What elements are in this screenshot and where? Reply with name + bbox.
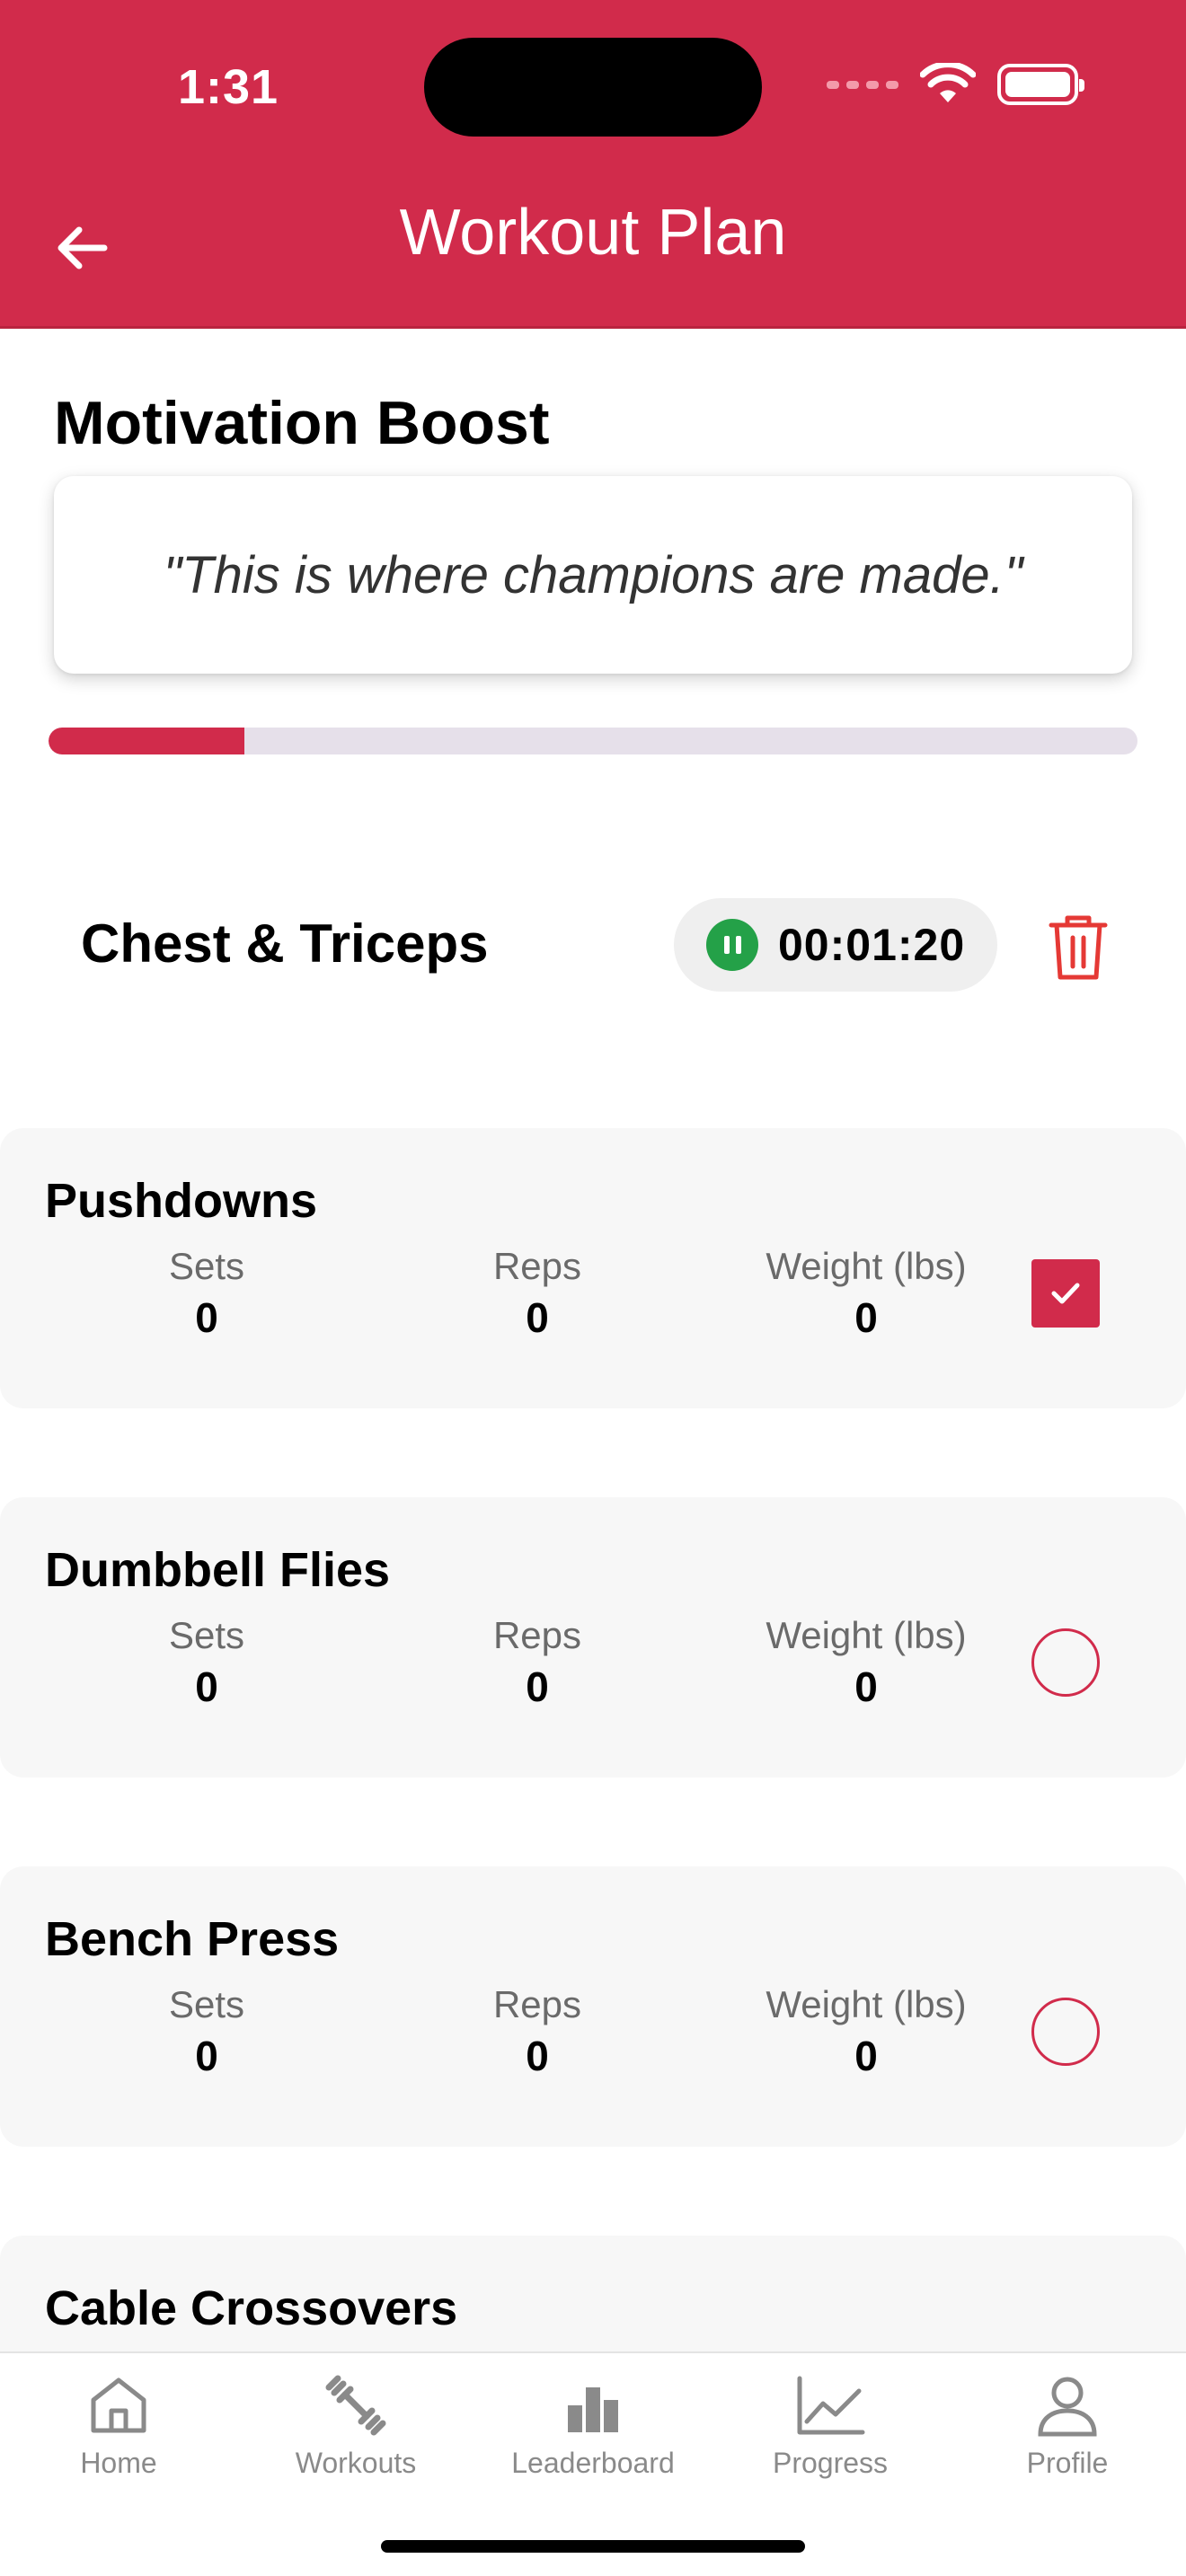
sets-stat: Sets 0 [45, 1983, 368, 2080]
battery-icon [997, 64, 1084, 105]
line-chart-icon [797, 2376, 865, 2435]
reps-label: Reps [492, 1983, 582, 2025]
reps-stat: Reps 0 [376, 1614, 699, 1711]
tab-label: Profile [1026, 2447, 1109, 2479]
home-icon [91, 2378, 146, 2433]
home-indicator [381, 2540, 805, 2553]
tab-label: Workouts [295, 2447, 417, 2479]
tab-home[interactable]: Home [0, 2373, 237, 2508]
status-icons [827, 63, 1084, 106]
progress-fill [49, 728, 245, 754]
delete-workout-button[interactable] [1046, 911, 1111, 983]
status-time: 1:31 [178, 60, 279, 114]
reps-stat: Reps 0 [376, 1983, 699, 2080]
tab-label: Leaderboard [511, 2447, 675, 2479]
profile-icon [1038, 2377, 1097, 2437]
sets-label: Sets [168, 1983, 245, 2025]
exercise-card: Dumbbell Flies Sets 0 Reps 0 Weight (lbs… [0, 1497, 1186, 1778]
sets-value: 0 [195, 1663, 218, 1710]
weight-label: Weight (lbs) [766, 1614, 967, 1656]
weight-stat: Weight (lbs) 0 [704, 1245, 1028, 1342]
workout-progress-bar [49, 728, 1137, 754]
tab-progress[interactable]: Progress [712, 2373, 949, 2508]
tab-workouts[interactable]: Workouts [237, 2373, 474, 2508]
exercise-complete-radio[interactable] [1031, 1998, 1100, 2066]
status-bar: 1:31 [0, 0, 1186, 171]
weight-stat: Weight (lbs) 0 [704, 1983, 1028, 2080]
sets-label: Sets [168, 1614, 245, 1656]
reps-value: 0 [526, 1294, 549, 1341]
exercise-card: Pushdowns Sets 0 Reps 0 Weight (lbs) 0 [0, 1128, 1186, 1408]
sets-label: Sets [168, 1245, 245, 1287]
wifi-icon [920, 63, 976, 102]
sets-stat: Sets 0 [45, 1245, 368, 1342]
dumbbell-icon [325, 2375, 386, 2436]
exercise-name: Pushdowns [45, 1174, 318, 1228]
trash-icon [1049, 915, 1108, 980]
timer-toggle-button[interactable]: 00:01:20 [674, 898, 997, 992]
tab-label: Progress [772, 2447, 889, 2479]
cellular-signal-icon [827, 80, 898, 89]
weight-value: 0 [854, 2033, 878, 2079]
exercise-card: Bench Press Sets 0 Reps 0 Weight (lbs) 0 [0, 1866, 1186, 2147]
weight-stat: Weight (lbs) 0 [704, 1614, 1028, 1711]
weight-label: Weight (lbs) [766, 1983, 967, 2025]
page-title: Workout Plan [399, 197, 787, 269]
timer-text: 00:01:20 [778, 920, 966, 970]
reps-label: Reps [492, 1245, 582, 1287]
reps-stat: Reps 0 [376, 1245, 699, 1342]
tab-leaderboard[interactable]: Leaderboard [474, 2373, 712, 2508]
reps-value: 0 [526, 1663, 549, 1710]
sets-value: 0 [195, 1294, 218, 1341]
exercise-name: Dumbbell Flies [45, 1543, 391, 1597]
exercise-complete-radio[interactable] [1031, 1628, 1100, 1697]
exercise-name: Cable Crossovers [45, 2281, 458, 2335]
weight-value: 0 [854, 1663, 878, 1710]
sets-stat: Sets 0 [45, 1614, 368, 1711]
exercise-name: Bench Press [45, 1912, 340, 1966]
reps-label: Reps [492, 1614, 582, 1656]
pause-icon [706, 919, 758, 971]
dynamic-island [424, 38, 762, 137]
weight-value: 0 [854, 1294, 878, 1341]
app-header: 1:31 Workout Plan [0, 0, 1186, 329]
sets-value: 0 [195, 2033, 218, 2079]
tab-label: Home [80, 2447, 157, 2479]
bar-chart-icon [568, 2387, 618, 2432]
checkmark-icon [1051, 1283, 1080, 1304]
workout-name: Chest & Triceps [81, 913, 489, 974]
reps-value: 0 [526, 2033, 549, 2079]
weight-label: Weight (lbs) [766, 1245, 967, 1287]
quote-text: "This is where champions are made." [163, 545, 1023, 604]
motivation-title: Motivation Boost [54, 389, 550, 457]
exercise-complete-checkbox[interactable] [1031, 1259, 1100, 1328]
quote-card: "This is where champions are made." [54, 476, 1132, 674]
tab-profile[interactable]: Profile [949, 2373, 1186, 2508]
